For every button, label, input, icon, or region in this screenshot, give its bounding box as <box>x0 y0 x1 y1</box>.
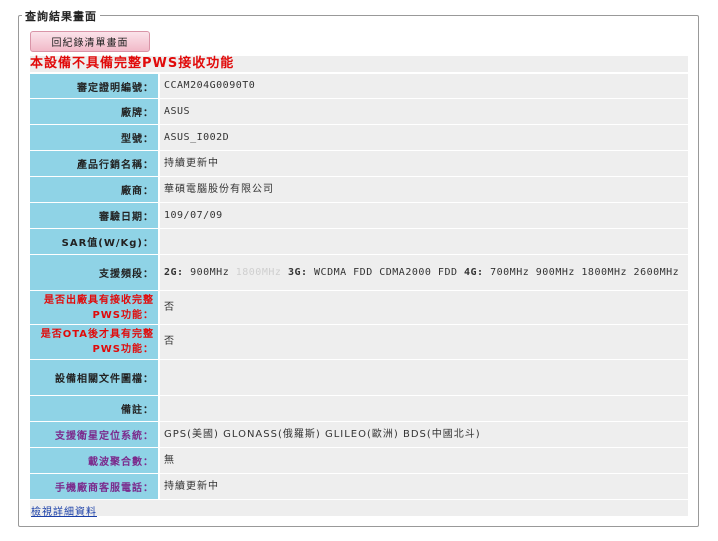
band-4g-value: 700MHz 900MHz 1800MHz 2600MHz <box>490 266 680 278</box>
band-2g-gray: 1800MHz <box>235 266 282 278</box>
row-gnss: 支援衛星定位系統： GPS(美國) GLONASS(俄羅斯) GLILEO(歐洲… <box>30 422 688 448</box>
value-docs <box>160 360 688 395</box>
value-model: ASUS_I002D <box>160 125 688 150</box>
label-carrier-agg: 載波聚合數： <box>30 448 160 473</box>
row-approval-date: 審驗日期： 109/07/09 <box>30 203 688 229</box>
row-remarks: 備註： <box>30 396 688 422</box>
row-docs: 設備相關文件圖檔： <box>30 360 688 396</box>
label-model: 型號： <box>30 125 160 150</box>
row-carrier-agg: 載波聚合數： 無 <box>30 448 688 474</box>
panel-title: 查詢結果畫面 <box>22 8 100 24</box>
label-pws-factory: 是否出廠具有接收完整 PWS功能： <box>30 291 160 324</box>
back-to-list-button[interactable]: 回紀錄清單畫面 <box>30 31 150 52</box>
value-brand: ASUS <box>160 99 688 124</box>
label-pws-ota-line1: 是否OTA後才具有完整 <box>40 329 154 340</box>
label-pws-ota-line2: PWS功能： <box>92 344 154 355</box>
label-approval-date: 審驗日期： <box>30 203 160 228</box>
label-bands: 支援頻段： <box>30 255 160 290</box>
label-remarks: 備註： <box>30 396 160 421</box>
row-product-name: 產品行銷名稱： 持續更新中 <box>30 151 688 177</box>
label-maker: 廠商： <box>30 177 160 202</box>
label-gnss: 支援衛星定位系統： <box>30 422 160 447</box>
band-2g-value: 900MHz <box>190 266 230 278</box>
value-gnss: GPS(美國) GLONASS(俄羅斯) GLILEO(歐洲) BDS(中國北斗… <box>160 422 688 447</box>
value-product-name: 持續更新中 <box>160 151 688 176</box>
view-details-link[interactable]: 檢視詳細資料 <box>31 503 97 518</box>
row-pws-factory: 是否出廠具有接收完整 PWS功能： 否 <box>30 291 688 325</box>
row-model: 型號： ASUS_I002D <box>30 125 688 151</box>
result-table: 審定證明編號： CCAM204G0090T0 廠牌： ASUS 型號： ASUS… <box>30 74 688 500</box>
row-maker: 廠商： 華碩電腦股份有限公司 <box>30 177 688 203</box>
value-maker: 華碩電腦股份有限公司 <box>160 177 688 202</box>
row-service-phone: 手機廠商客服電話： 持續更新中 <box>30 474 688 500</box>
value-sar <box>160 229 688 254</box>
detail-link-row <box>30 500 688 516</box>
label-service-phone: 手機廠商客服電話： <box>30 474 160 499</box>
value-remarks <box>160 396 688 421</box>
label-docs: 設備相關文件圖檔： <box>30 360 160 395</box>
label-pws-ota: 是否OTA後才具有完整 PWS功能： <box>30 325 160 359</box>
row-pws-ota: 是否OTA後才具有完整 PWS功能： 否 <box>30 325 688 360</box>
label-product-name: 產品行銷名稱： <box>30 151 160 176</box>
value-bands: 2G: 900MHz 1800MHz 3G: WCDMA FDD CDMA200… <box>160 255 688 290</box>
value-approval-date: 109/07/09 <box>160 203 688 228</box>
value-cert-no: CCAM204G0090T0 <box>160 74 688 98</box>
pws-warning: 本設備不具備完整PWS接收功能 <box>30 56 688 72</box>
row-bands: 支援頻段： 2G: 900MHz 1800MHz 3G: WCDMA FDD C… <box>30 255 688 291</box>
band-3g-label: 3G: <box>287 266 308 278</box>
value-service-phone: 持續更新中 <box>160 474 688 499</box>
row-cert-no: 審定證明編號： CCAM204G0090T0 <box>30 74 688 99</box>
label-pws-factory-line2: PWS功能： <box>92 309 154 321</box>
value-pws-ota: 否 <box>160 325 688 359</box>
label-cert-no: 審定證明編號： <box>30 74 160 98</box>
band-4g-label: 4G: <box>464 266 484 278</box>
value-pws-factory: 否 <box>160 291 688 324</box>
label-brand: 廠牌： <box>30 99 160 124</box>
label-sar: SAR值(W/Kg)： <box>30 229 160 254</box>
label-pws-factory-line1: 是否出廠具有接收完整 <box>44 294 154 306</box>
row-sar: SAR值(W/Kg)： <box>30 229 688 255</box>
band-3g-value: WCDMA FDD CDMA2000 FDD <box>314 266 458 278</box>
band-2g-label: 2G: <box>164 266 184 278</box>
value-carrier-agg: 無 <box>160 448 688 473</box>
row-brand: 廠牌： ASUS <box>30 99 688 125</box>
